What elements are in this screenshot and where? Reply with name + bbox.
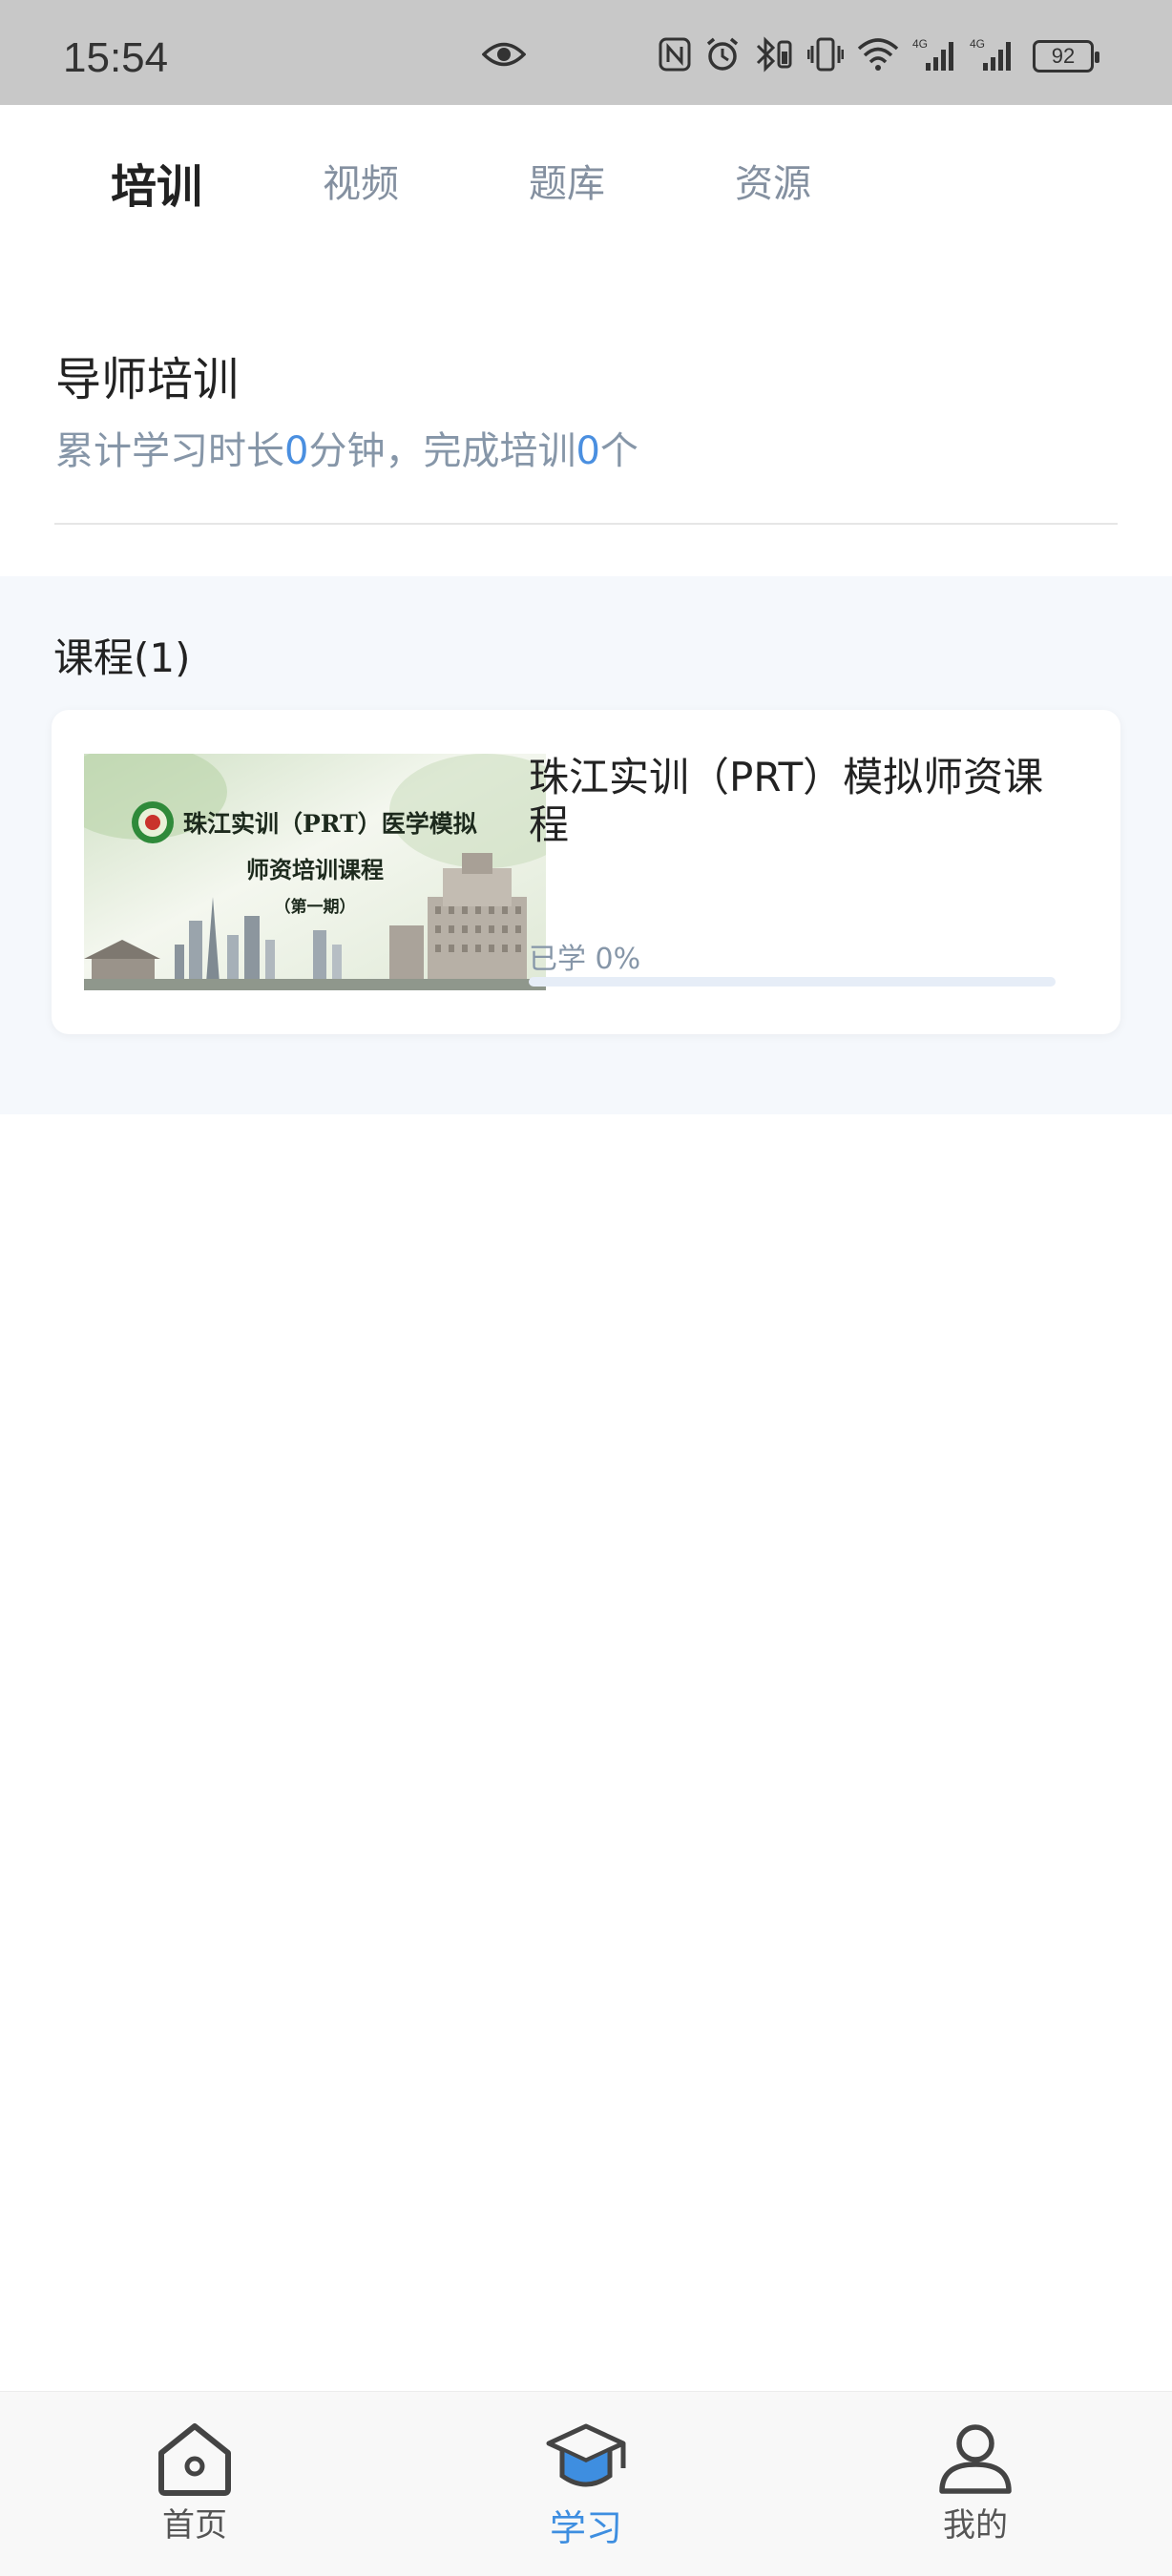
nav-study[interactable]: 学习 [491,2420,681,2551]
status-icons: 4G 4G 92 [659,36,1099,76]
stats-minutes: 0 [284,429,309,473]
bluetooth-icon [754,36,794,76]
svg-text:4G: 4G [970,37,985,51]
stats-mid: 分钟，完成培训 [308,429,576,473]
progress-label: 已学 0% [529,943,641,976]
stats-completed: 0 [576,429,600,473]
course-card[interactable]: 珠江实训（PRT）医学模拟 师资培训课程 （第一期） 珠江实训（PRT）模拟师资… [52,710,1120,1034]
thumbnail-line3: （第一期） [275,897,356,917]
course-heading: 课程(1) [53,634,191,681]
progress-bar [529,977,1056,987]
home-icon [158,2423,231,2496]
page-title: 导师培训 [55,353,240,406]
battery-icon: 92 [1033,40,1099,73]
alarm-icon [704,36,741,76]
course-title[interactable]: 珠江实训（PRT）模拟师资课程 [529,754,1063,849]
thumbnail-line2: 师资培训课程 [246,856,384,883]
vibrate-icon [806,36,845,76]
divider [54,523,1118,525]
thumbnail-line1: 珠江实训（PRT）医学模拟 [183,810,477,838]
stats-prefix: 累计学习时长 [55,429,284,473]
course-section: 课程(1) 珠江实训（PRT）医学模拟 师资培训课程 （第一期） 珠江实训（PR… [0,576,1172,1114]
graduation-cap-icon [546,2423,626,2487]
status-time: 15:54 [63,34,169,81]
nav-study-label: 学习 [549,2507,622,2549]
svg-text:4G: 4G [912,37,928,51]
wifi-icon [857,37,899,75]
tab-training[interactable]: 培训 [111,149,202,216]
eye-icon [481,40,527,73]
top-tab-bar: 培训 视频 题库 资源 [0,105,1172,248]
nav-home-label: 首页 [162,2506,227,2545]
course-thumbnail: 珠江实训（PRT）医学模拟 师资培训课程 （第一期） [84,754,546,990]
status-bar: 15:54 4G 4G 92 [0,0,1172,105]
nav-profile[interactable]: 我的 [880,2420,1071,2545]
nav-profile-label: 我的 [943,2506,1008,2545]
nav-home[interactable]: 首页 [99,2420,290,2545]
signal-4g-icon: 4G [970,36,1014,76]
tab-video[interactable]: 视频 [323,153,399,208]
tab-question-bank[interactable]: 题库 [529,153,605,208]
signal-4g-icon: 4G [912,36,956,76]
stats-suffix: 个 [599,429,638,473]
battery-level: 92 [1051,44,1076,68]
study-stats: 累计学习时长0分钟，完成培训0个 [55,420,638,475]
tab-resources[interactable]: 资源 [735,153,811,208]
person-icon [939,2424,1012,2494]
bottom-nav: 首页 学习 我的 [0,2391,1172,2576]
nfc-icon [659,37,691,75]
